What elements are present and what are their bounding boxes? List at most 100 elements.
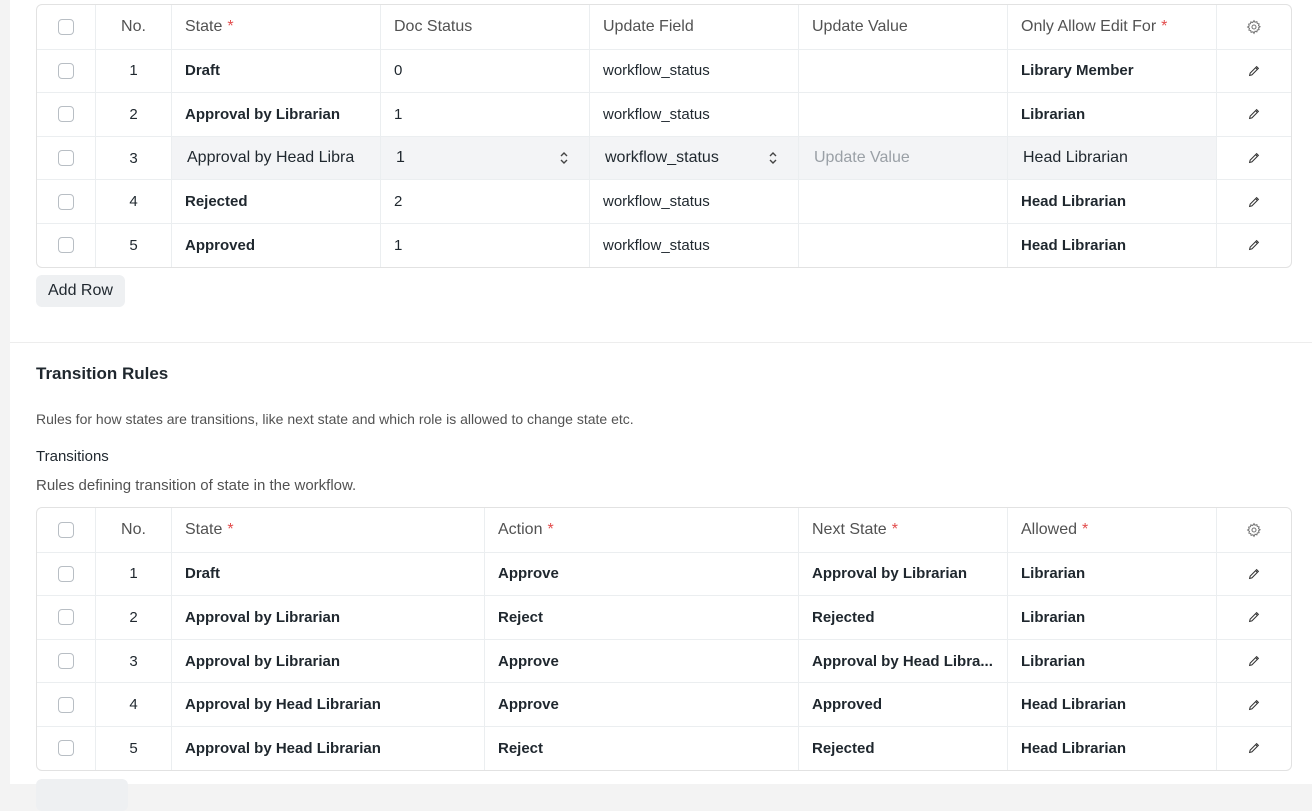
row-checkbox[interactable] (58, 62, 74, 79)
update-value-cell[interactable] (798, 49, 1007, 93)
col-update-value[interactable]: Update Value (798, 5, 1007, 49)
state-cell[interactable]: Rejected (171, 180, 380, 223)
pencil-icon[interactable] (1247, 107, 1261, 121)
pencil-icon[interactable] (1247, 238, 1261, 252)
state-cell[interactable]: Draft (171, 552, 484, 596)
row-checkbox[interactable] (58, 653, 74, 670)
state-cell[interactable]: Approved (171, 223, 380, 267)
pencil-icon[interactable] (1247, 698, 1261, 712)
table-row-editing[interactable]: 3 Approval by Head Libra 1 workflow_stat… (37, 135, 1291, 180)
add-row-button[interactable]: Add Row (36, 275, 125, 307)
select-all-checkbox[interactable] (58, 18, 74, 35)
row-checkbox[interactable] (58, 150, 74, 167)
select-all-cell (37, 5, 95, 49)
table-row[interactable]: 4 Rejected 2 workflow_status Head Librar… (37, 179, 1291, 223)
table-row[interactable]: 1 Draft Approve Approval by Librarian Li… (37, 551, 1291, 596)
only-allow-edit-for-cell[interactable]: Librarian (1007, 93, 1216, 136)
transitions-field-description: Rules defining transition of state in th… (36, 477, 357, 494)
row-no: 4 (95, 683, 171, 726)
update-value-input[interactable]: Update Value (798, 136, 1007, 180)
row-no: 2 (95, 93, 171, 136)
allowed-cell[interactable]: Librarian (1007, 596, 1216, 639)
row-checkbox[interactable] (58, 237, 74, 254)
col-allowed[interactable]: Allowed * (1007, 508, 1216, 552)
state-cell[interactable]: Approval by Librarian (171, 639, 484, 683)
edit-cell (1216, 136, 1291, 180)
pencil-icon[interactable] (1247, 654, 1261, 668)
col-state[interactable]: State * (171, 5, 380, 49)
table-row[interactable]: 3 Approval by Librarian Approve Approval… (37, 638, 1291, 683)
table-row[interactable]: 2 Approval by Librarian 1 workflow_statu… (37, 92, 1291, 136)
next-state-cell[interactable]: Rejected (798, 596, 1007, 639)
table-row[interactable]: 1 Draft 0 workflow_status Library Member (37, 48, 1291, 93)
doc-status-cell[interactable]: 1 (380, 223, 589, 267)
pencil-icon[interactable] (1247, 64, 1261, 78)
doc-status-select[interactable]: 1 (380, 136, 589, 180)
update-field-select[interactable]: workflow_status (589, 136, 798, 180)
only-allow-edit-for-input[interactable]: Head Librarian (1007, 136, 1216, 180)
allowed-cell[interactable]: Librarian (1007, 552, 1216, 596)
edit-cell (1216, 49, 1291, 93)
only-allow-edit-for-cell[interactable]: Library Member (1007, 49, 1216, 93)
table-row[interactable]: 5 Approved 1 workflow_status Head Librar… (37, 222, 1291, 267)
col-state[interactable]: State * (171, 508, 484, 552)
table-row[interactable]: 5 Approval by Head Librarian Reject Reje… (37, 725, 1291, 770)
only-allow-edit-for-cell[interactable]: Head Librarian (1007, 180, 1216, 223)
row-checkbox[interactable] (58, 565, 74, 582)
action-cell[interactable]: Approve (484, 552, 798, 596)
state-cell[interactable]: Approval by Librarian (171, 596, 484, 639)
gear-icon[interactable] (1246, 19, 1262, 35)
edit-cell (1216, 639, 1291, 683)
next-state-cell[interactable]: Rejected (798, 726, 1007, 770)
row-checkbox[interactable] (58, 609, 74, 626)
action-cell[interactable]: Reject (484, 726, 798, 770)
update-value-cell[interactable] (798, 180, 1007, 223)
state-cell[interactable]: Approval by Head Librarian (171, 683, 484, 726)
update-value-cell[interactable] (798, 223, 1007, 267)
doc-status-cell[interactable]: 2 (380, 180, 589, 223)
action-cell[interactable]: Approve (484, 639, 798, 683)
pencil-icon[interactable] (1247, 741, 1261, 755)
col-action[interactable]: Action * (484, 508, 798, 552)
update-field-cell[interactable]: workflow_status (589, 223, 798, 267)
select-all-checkbox[interactable] (58, 521, 74, 538)
update-field-cell[interactable]: workflow_status (589, 49, 798, 93)
col-state-label: State (185, 520, 223, 538)
row-checkbox[interactable] (58, 740, 74, 757)
update-value-cell[interactable] (798, 93, 1007, 136)
allowed-cell[interactable]: Head Librarian (1007, 683, 1216, 726)
allowed-cell[interactable]: Head Librarian (1007, 726, 1216, 770)
col-only-allow-edit-for[interactable]: Only Allow Edit For * (1007, 5, 1216, 49)
doc-status-cell[interactable]: 1 (380, 93, 589, 136)
row-checkbox[interactable] (58, 193, 74, 210)
col-next-state[interactable]: Next State * (798, 508, 1007, 552)
allowed-cell[interactable]: Librarian (1007, 639, 1216, 683)
pencil-icon[interactable] (1247, 151, 1261, 165)
gear-icon[interactable] (1246, 522, 1262, 538)
state-cell[interactable]: Approval by Head Librarian (171, 726, 484, 770)
transitions-table: No. State * Action * Next State * Allowed * (36, 507, 1292, 771)
next-state-cell[interactable]: Approved (798, 683, 1007, 726)
table-row[interactable]: 4 Approval by Head Librarian Approve App… (37, 682, 1291, 726)
next-state-cell[interactable]: Approval by Librarian (798, 552, 1007, 596)
doc-status-cell[interactable]: 0 (380, 49, 589, 93)
chevron-updown-icon (560, 152, 568, 165)
col-doc-status[interactable]: Doc Status (380, 5, 589, 49)
only-allow-edit-for-cell[interactable]: Head Librarian (1007, 223, 1216, 267)
state-cell[interactable]: Draft (171, 49, 380, 93)
update-field-cell[interactable]: workflow_status (589, 180, 798, 223)
required-marker: * (227, 520, 234, 538)
pencil-icon[interactable] (1247, 195, 1261, 209)
action-cell[interactable]: Approve (484, 683, 798, 726)
state-input[interactable]: Approval by Head Libra (171, 136, 380, 180)
row-checkbox[interactable] (58, 106, 74, 123)
pencil-icon[interactable] (1247, 610, 1261, 624)
row-checkbox[interactable] (58, 696, 74, 713)
update-field-cell[interactable]: workflow_status (589, 93, 798, 136)
table-row[interactable]: 2 Approval by Librarian Reject Rejected … (37, 595, 1291, 639)
state-cell[interactable]: Approval by Librarian (171, 93, 380, 136)
next-state-cell[interactable]: Approval by Head Libra... (798, 639, 1007, 683)
col-update-field[interactable]: Update Field (589, 5, 798, 49)
action-cell[interactable]: Reject (484, 596, 798, 639)
pencil-icon[interactable] (1247, 567, 1261, 581)
